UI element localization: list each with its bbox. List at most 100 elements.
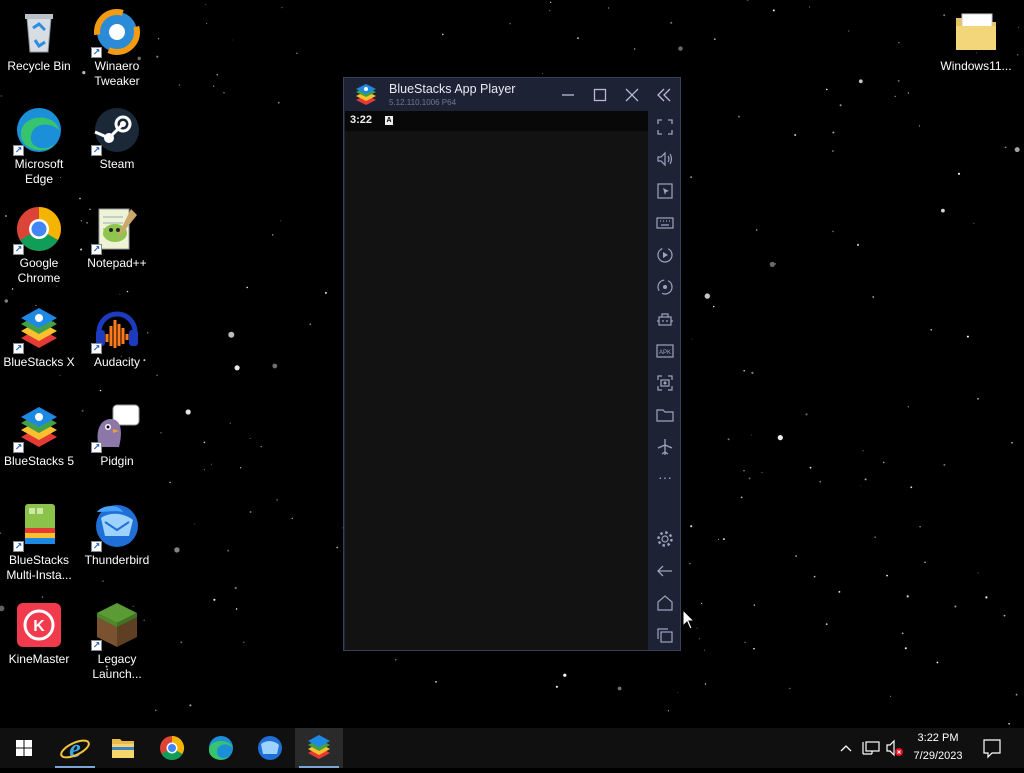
maximize-button[interactable] — [589, 84, 611, 106]
taskbar-internet-explorer[interactable]: e — [51, 728, 99, 768]
window-title: BlueStacks App Player — [389, 82, 516, 96]
recent-apps-icon — [657, 628, 673, 643]
more-options-button[interactable]: ··· — [655, 469, 675, 489]
volume-button[interactable] — [655, 149, 675, 169]
winaero-tweaker-icon: ↗ — [91, 8, 141, 58]
taskbar: e 3:22 PM 7/29/2023 — [0, 728, 1024, 768]
shortcut-arrow-icon: ↗ — [13, 541, 24, 552]
desktop-icon-label: Thunderbird — [84, 553, 150, 567]
desktop-icon-label: Recycle Bin — [7, 59, 71, 73]
svg-text:e: e — [69, 734, 81, 763]
audacity-icon: ↗ — [91, 304, 141, 354]
taskbar-clock-time[interactable]: 3:22 PM — [906, 732, 970, 744]
version-label: 5.12.110.1006 P64 — [389, 98, 457, 107]
shortcut-arrow-icon: ↗ — [13, 442, 24, 453]
taskbar-edge[interactable] — [197, 728, 245, 768]
desktop-icon-label: Winaero Tweaker — [94, 59, 140, 88]
fullscreen-button[interactable] — [655, 117, 675, 137]
sync-button[interactable] — [655, 277, 675, 297]
bluestacks-x-icon: ↗ — [13, 304, 63, 354]
shortcut-arrow-icon: ↗ — [91, 244, 102, 255]
desktop-icon-label: Pidgin — [100, 454, 134, 468]
desktop-icon-thunderbird[interactable]: ↗ Thunderbird — [78, 502, 156, 568]
notification-icon — [983, 739, 1001, 759]
back-button[interactable] — [655, 561, 675, 581]
desktop-icon-chrome[interactable]: ↗ Google Chrome — [0, 205, 78, 286]
shortcut-arrow-icon: ↗ — [91, 145, 102, 156]
airplane-mode-button[interactable] — [655, 437, 675, 457]
network-icon — [862, 741, 880, 755]
fullscreen-icon — [657, 119, 673, 135]
eco-mode-button[interactable] — [655, 309, 675, 329]
desktop-icon-recycle-bin[interactable]: Recycle Bin — [0, 8, 78, 74]
bluestacks-logo-icon — [354, 84, 378, 106]
apk-icon: APK — [656, 344, 674, 358]
taskbar-clock-date[interactable]: 7/29/2023 — [906, 750, 970, 762]
desktop-icon-notepadpp[interactable]: ↗ Notepad++ — [78, 205, 156, 271]
shortcut-arrow-icon: ↗ — [91, 47, 102, 58]
desktop-icon-label: Microsoft Edge — [14, 157, 64, 186]
maximize-icon — [593, 88, 607, 102]
shortcut-arrow-icon: ↗ — [13, 244, 24, 255]
close-button[interactable] — [621, 84, 643, 106]
windows-start-icon — [16, 740, 32, 756]
minimize-icon — [562, 94, 574, 96]
desktop-icon-audacity[interactable]: ↗ Audacity — [78, 304, 156, 370]
eco-mode-icon — [657, 313, 673, 326]
back-arrow-icon — [657, 565, 672, 577]
keyboard-icon — [656, 217, 674, 229]
close-icon — [625, 88, 639, 102]
network-tray-button[interactable] — [860, 728, 882, 768]
recycle-bin-icon — [15, 8, 63, 56]
desktop-icon-steam[interactable]: ↗ Steam — [78, 106, 156, 172]
thunderbird-icon: ↗ — [91, 502, 141, 552]
desktop-icon-bluestacks-x[interactable]: ↗ BlueStacks X — [0, 304, 78, 370]
desktop-icon-kinemaster[interactable]: K KineMaster — [0, 601, 78, 667]
airplane-icon — [657, 439, 673, 455]
desktop-icon-edge[interactable]: ↗ Microsoft Edge — [0, 106, 78, 187]
notification-a-icon: A — [385, 116, 393, 125]
home-button[interactable] — [655, 593, 675, 613]
bluestacks-multi-instance-icon: ↗ — [13, 502, 63, 552]
desktop-icon-label: Windows11... — [940, 59, 1012, 73]
install-apk-button[interactable]: APK — [655, 341, 675, 361]
svg-text:K: K — [33, 618, 45, 635]
title-bar[interactable]: BlueStacks App Player 5.12.110.1006 P64 — [344, 78, 680, 111]
keyboard-controls-button[interactable] — [655, 213, 675, 233]
desktop-icon-winaero[interactable]: ↗ Winaero Tweaker — [78, 8, 156, 89]
thunderbird-icon — [258, 736, 282, 760]
show-hidden-icons-button[interactable] — [836, 728, 856, 768]
bluestacks-window[interactable]: BlueStacks App Player 5.12.110.1006 P64 … — [343, 77, 681, 651]
recent-apps-button[interactable] — [655, 625, 675, 645]
settings-button[interactable] — [655, 529, 675, 549]
shortcut-arrow-icon: ↗ — [91, 343, 102, 354]
screen-cursor-button[interactable] — [655, 181, 675, 201]
notepadpp-icon: ↗ — [91, 205, 141, 255]
desktop-icon-windows11-folder[interactable]: Windows11... — [936, 8, 1016, 74]
volume-tray-button[interactable] — [884, 728, 906, 768]
folder-icon — [952, 8, 1000, 56]
sync-icon — [657, 279, 673, 295]
desktop-icon-label: Notepad++ — [87, 256, 147, 270]
desktop-icon-bluestacks-5[interactable]: ↗ BlueStacks 5 — [0, 403, 78, 469]
desktop-icon-pidgin[interactable]: ↗ Pidgin — [78, 403, 156, 469]
taskbar-thunderbird[interactable] — [246, 728, 294, 768]
action-center-button[interactable] — [978, 728, 1006, 768]
collapse-sidebar-button[interactable] — [653, 84, 675, 106]
android-screen[interactable]: 3:22 A — [345, 111, 648, 650]
taskbar-chrome[interactable] — [148, 728, 196, 768]
taskbar-file-explorer[interactable] — [99, 728, 147, 768]
macro-recorder-button[interactable] — [655, 245, 675, 265]
desktop-icon-legacy-launcher[interactable]: ↗ Legacy Launch... — [78, 601, 156, 682]
desktop-icon-bluestacks-multi[interactable]: ↗ BlueStacks Multi-Insta... — [0, 502, 78, 583]
start-button[interactable] — [0, 728, 48, 768]
minimize-button[interactable] — [557, 84, 579, 106]
taskbar-bluestacks[interactable] — [295, 728, 343, 768]
pidgin-icon: ↗ — [91, 403, 141, 453]
screenshot-button[interactable] — [655, 373, 675, 393]
media-folder-button[interactable] — [655, 405, 675, 425]
internet-explorer-icon: e — [60, 734, 90, 763]
shortcut-arrow-icon: ↗ — [91, 541, 102, 552]
desktop-icon-label: BlueStacks 5 — [3, 454, 75, 468]
shortcut-arrow-icon: ↗ — [13, 343, 24, 354]
